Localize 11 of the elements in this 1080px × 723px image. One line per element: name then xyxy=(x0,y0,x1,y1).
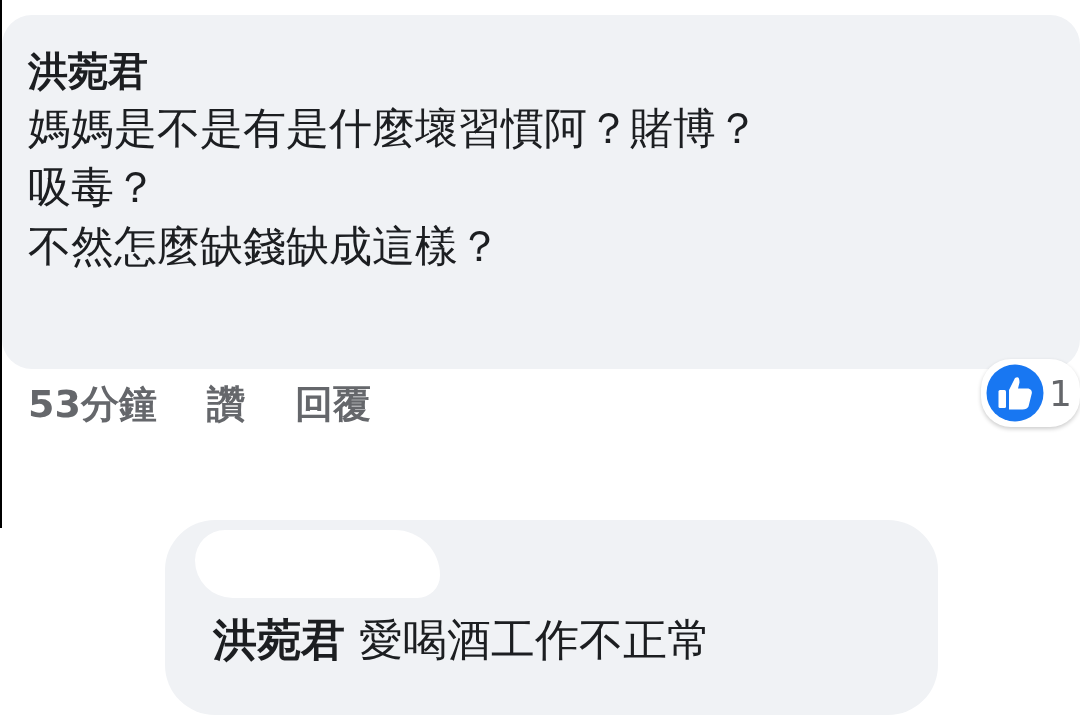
like-icon xyxy=(985,363,1046,423)
comment-text: 不然怎麼缺錢缺成這樣？ xyxy=(28,220,502,273)
comment-text: 吸毒？ xyxy=(28,161,158,214)
reply-text: 洪菀君 愛喝酒工作不正常 xyxy=(213,613,712,667)
reaction-count: 1 xyxy=(1049,372,1072,414)
comment-text: 媽媽是不是有是什麼壞習慣阿？賭博？ xyxy=(28,102,760,155)
comment-action-link[interactable]: 讚 xyxy=(206,379,245,430)
author-name[interactable]: 洪菀君 xyxy=(28,43,1054,99)
comment-action-link[interactable]: 回覆 xyxy=(294,379,371,430)
reaction-badge[interactable]: 1 xyxy=(981,359,1080,427)
timestamp: 53分鐘 xyxy=(28,381,157,428)
